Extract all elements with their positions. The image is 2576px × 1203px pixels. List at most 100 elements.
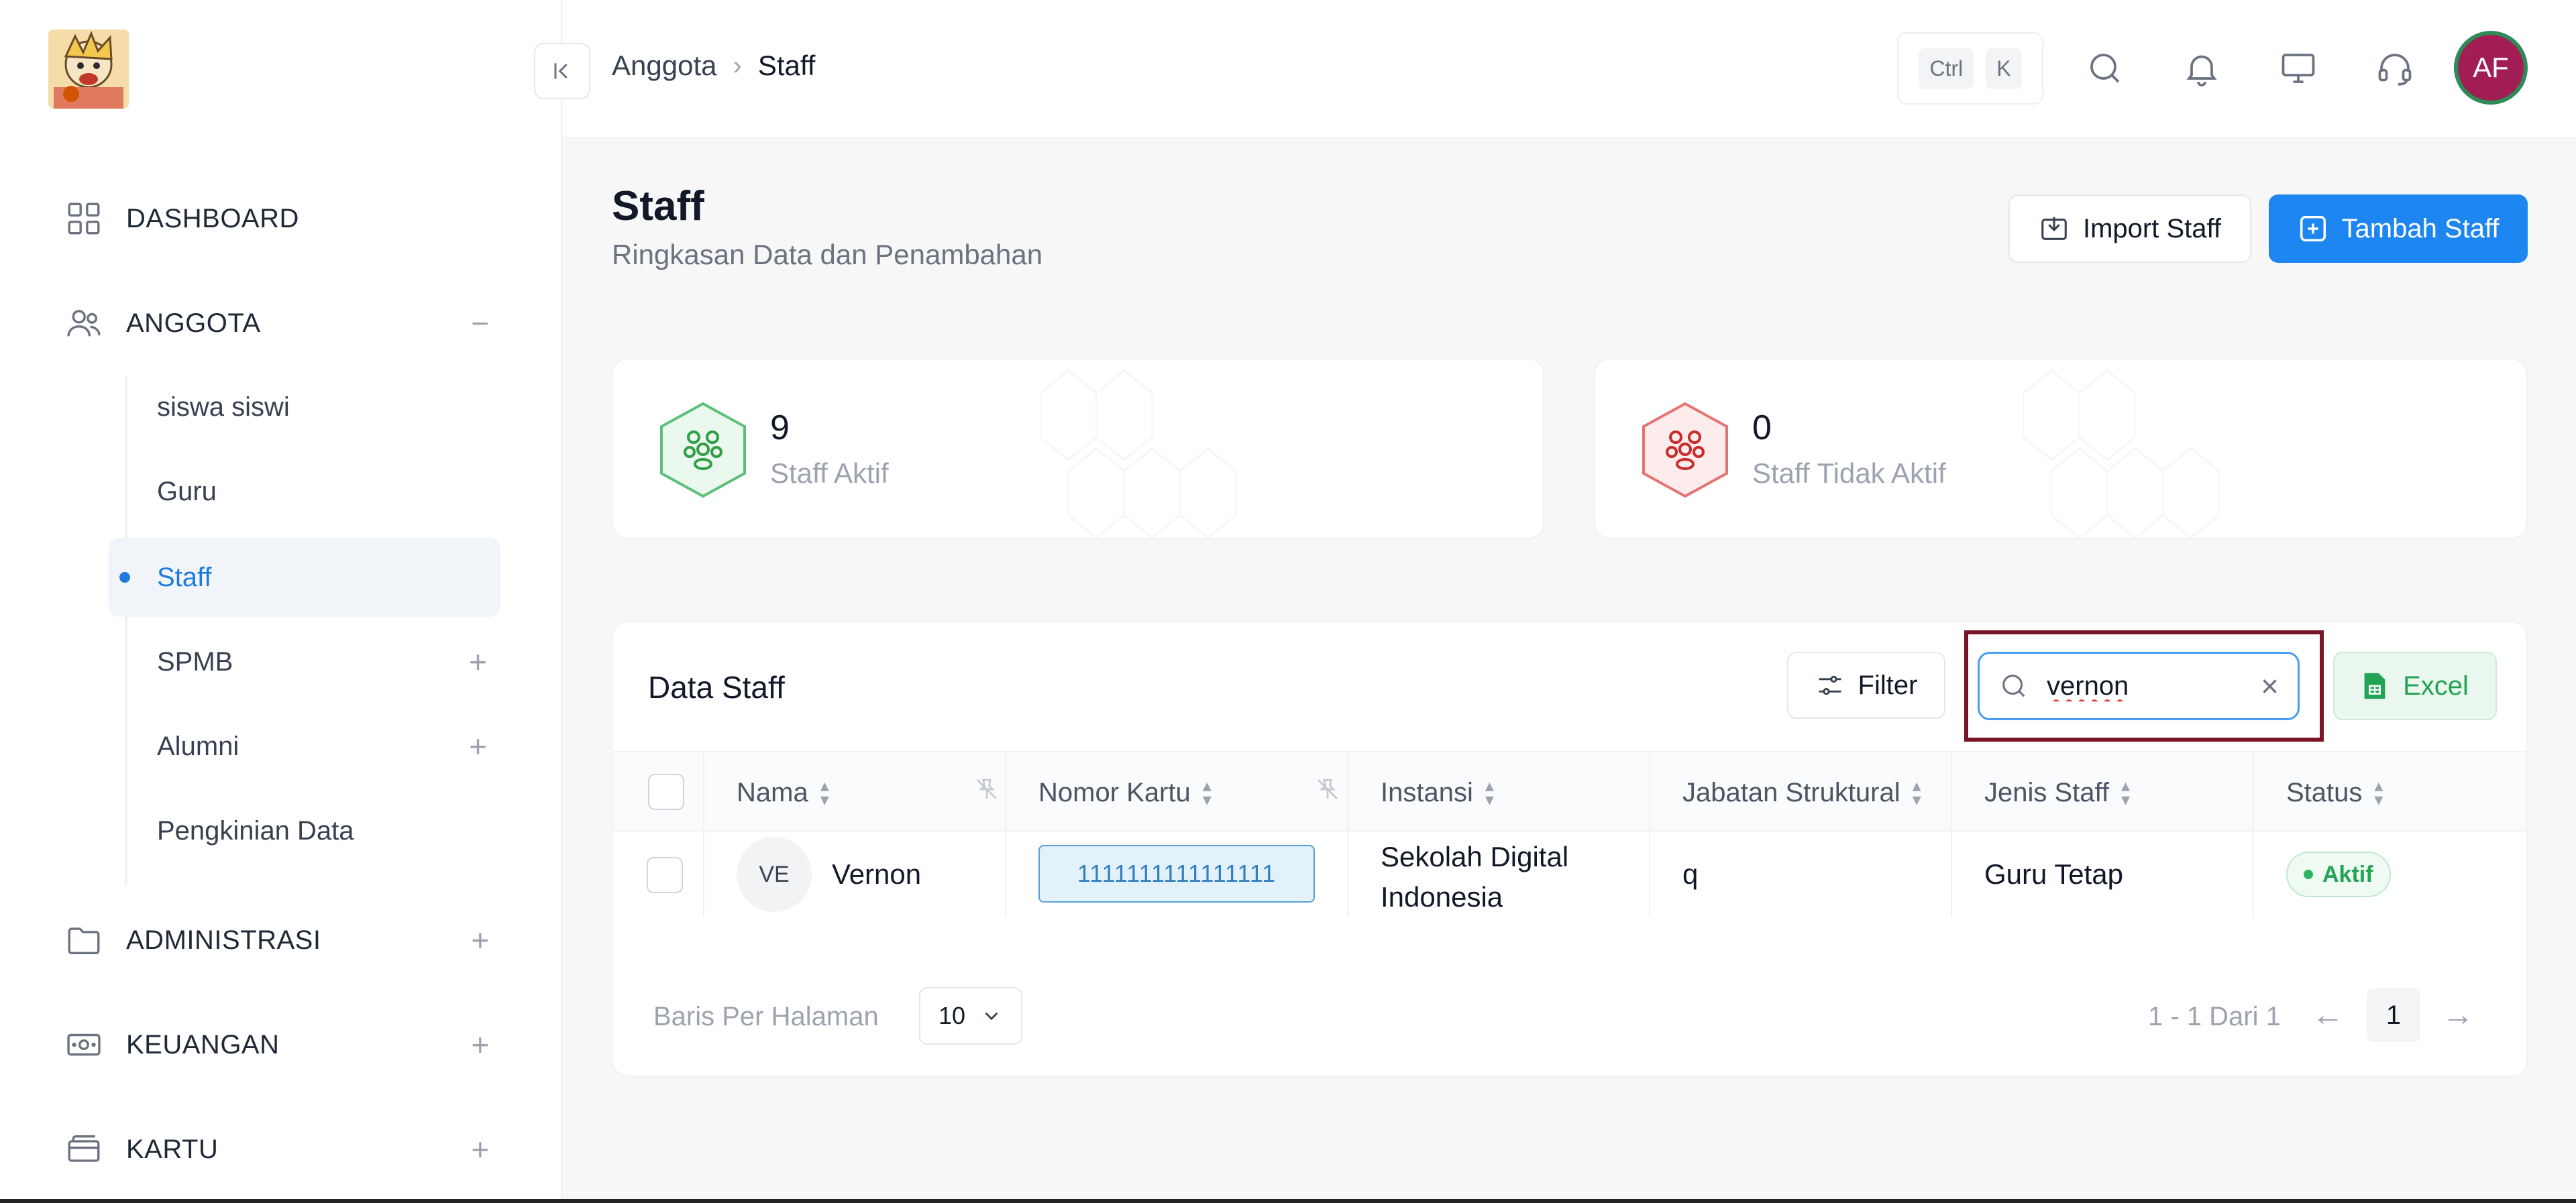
stat-active-value: 9 <box>770 408 790 447</box>
spreadsheet-icon <box>2364 673 2385 699</box>
kbd-k: K <box>1986 48 2022 89</box>
row-checkbox[interactable] <box>647 857 683 893</box>
card-number: 1111111111111111 <box>1038 845 1315 903</box>
select-all-checkbox[interactable] <box>648 774 684 810</box>
sidebar: DASHBOARD ANGGOTA − siswa siswi Guru Sta… <box>0 0 562 1203</box>
chevron-down-icon <box>985 1012 998 1021</box>
sidebar-subitem-siswa[interactable]: siswa siswi <box>109 367 500 447</box>
stat-card-active: 9 Staff Aktif <box>612 358 1544 539</box>
arrow-right-icon[interactable]: → <box>2442 996 2474 1033</box>
stat-card-inactive: 0 Staff Tidak Aktif <box>1594 358 2528 539</box>
sort-icon[interactable]: ▴ ▾ <box>1485 777 1494 808</box>
column-instansi[interactable]: Instansi ▴ ▾ <box>1381 752 1494 833</box>
rows-per-page-select[interactable]: 10 <box>919 987 1022 1045</box>
breadcrumb: Anggota › Staff <box>612 50 815 82</box>
sidebar-subitem-pengkinian[interactable]: Pengkinian Data <box>109 791 500 870</box>
jenis-value: Guru Tetap <box>1984 858 2124 890</box>
command-palette-button[interactable]: Ctrl K <box>1897 32 2043 105</box>
cell-jabatan: q <box>1682 858 1698 891</box>
sidebar-item-anggota[interactable]: ANGGOTA − <box>64 296 494 350</box>
sidebar-item-dashboard[interactable]: DASHBOARD <box>64 192 494 245</box>
user-avatar[interactable]: AF <box>2454 31 2528 105</box>
column-nomor-kartu[interactable]: Nomor Kartu ▴ ▾ <box>1038 752 1379 833</box>
sort-icon[interactable]: ▴ ▾ <box>1203 777 1212 808</box>
folder-icon <box>64 921 103 960</box>
rows-per-page-label: Baris Per Halaman <box>653 1002 879 1031</box>
monitor-icon[interactable] <box>2278 48 2318 89</box>
page-info: 1 - 1 Dari 1 <box>2148 1002 2281 1031</box>
excel-label: Excel <box>2403 671 2469 701</box>
expand-icon[interactable]: + <box>467 925 494 956</box>
column-label: Status <box>2286 777 2363 807</box>
avatar: VE <box>737 837 812 912</box>
chevron-right-icon: › <box>733 50 742 80</box>
page-subtitle: Ringkasan Data dan Penambahan <box>612 239 1043 270</box>
expand-icon[interactable]: + <box>469 728 487 764</box>
status-badge: Aktif <box>2286 852 2391 897</box>
staff-active-icon <box>660 402 746 498</box>
sort-icon[interactable]: ▴ ▾ <box>820 777 829 808</box>
unpin-icon[interactable] <box>973 775 1001 810</box>
column-jabatan[interactable]: Jabatan Struktural ▴ ▾ <box>1682 752 1921 833</box>
search-icon[interactable] <box>2085 48 2125 89</box>
cell-nomor-kartu: 1111111111111111 <box>1038 845 1315 903</box>
sidebar-subitem-guru[interactable]: Guru <box>109 452 500 531</box>
column-jenis-staff[interactable]: Jenis Staff ▴ ▾ <box>1984 752 2130 833</box>
clear-icon[interactable]: × <box>2261 668 2279 704</box>
column-label: Nama <box>737 777 808 807</box>
export-excel-button[interactable]: Excel <box>2333 652 2497 720</box>
table-title: Data Staff <box>648 670 785 705</box>
column-status[interactable]: Status ▴ ▾ <box>2286 752 2383 833</box>
collapse-toggle-icon[interactable]: − <box>467 308 494 339</box>
kbd-ctrl: Ctrl <box>1919 48 1974 89</box>
expand-icon[interactable]: + <box>469 644 487 680</box>
cell-nama: VE Vernon <box>737 837 921 912</box>
sidebar-item-kartu[interactable]: KARTU + <box>64 1123 494 1176</box>
sidebar-item-label: ADMINISTRASI <box>126 925 321 955</box>
sort-icon[interactable]: ▴ ▾ <box>2121 777 2130 808</box>
filter-button[interactable]: Filter <box>1787 652 1945 719</box>
breadcrumb-staff: Staff <box>757 50 816 81</box>
sliders-icon <box>1819 675 1841 695</box>
sidebar-subitem-alumni[interactable]: Alumni + <box>109 707 500 786</box>
headset-icon[interactable] <box>2375 48 2415 89</box>
status-dot <box>2304 870 2313 879</box>
cell-status: Aktif <box>2286 852 2391 897</box>
bell-icon[interactable] <box>2182 48 2222 89</box>
window-bottom-edge <box>0 1199 2576 1203</box>
staff-name: Vernon <box>832 858 922 890</box>
app-logo <box>48 30 129 109</box>
sidebar-subitem-staff[interactable]: Staff <box>109 538 500 617</box>
import-staff-button[interactable]: Import Staff <box>2008 194 2251 263</box>
search-field[interactable]: × <box>1978 652 2300 720</box>
page-number-button[interactable]: 1 <box>2367 988 2420 1042</box>
sidebar-subitem-spmb[interactable]: SPMB + <box>109 622 500 701</box>
hexagon-pattern <box>1040 369 1237 538</box>
money-icon <box>64 1025 103 1064</box>
add-staff-label: Tambah Staff <box>2341 213 2500 243</box>
collapse-sidebar-button[interactable] <box>534 43 590 99</box>
stat-inactive-label: Staff Tidak Aktif <box>1752 457 1946 489</box>
sort-icon[interactable]: ▴ ▾ <box>1913 777 1921 808</box>
sidebar-item-label: KEUANGAN <box>126 1029 280 1059</box>
staff-inactive-icon <box>1642 402 1728 498</box>
sidebar-item-keuangan[interactable]: KEUANGAN + <box>64 1018 494 1072</box>
search-input[interactable] <box>2047 671 2221 701</box>
table-row[interactable]: VE Vernon 1111111111111111 Sekolah Digit… <box>613 832 2526 917</box>
expand-icon[interactable]: + <box>467 1134 494 1165</box>
arrow-left-icon[interactable]: ← <box>2312 996 2344 1033</box>
sort-icon[interactable]: ▴ ▾ <box>2374 777 2383 808</box>
sidebar-subitem-label: Guru <box>157 476 217 506</box>
column-label: Instansi <box>1381 777 1473 807</box>
sidebar-subitem-label: Alumni <box>157 731 239 761</box>
import-staff-label: Import Staff <box>2082 213 2221 243</box>
sidebar-item-label: ANGGOTA <box>126 308 261 338</box>
rows-per-page-value: 10 <box>938 1002 966 1029</box>
unpin-icon[interactable] <box>1313 775 1342 810</box>
sidebar-item-administrasi[interactable]: ADMINISTRASI + <box>64 913 494 967</box>
add-staff-button[interactable]: Tambah Staff <box>2269 194 2528 263</box>
plus-square-icon <box>2300 216 2326 241</box>
breadcrumb-anggota[interactable]: Anggota <box>612 50 716 82</box>
column-nama[interactable]: Nama ▴ ▾ <box>737 752 1038 833</box>
expand-icon[interactable]: + <box>467 1029 494 1060</box>
